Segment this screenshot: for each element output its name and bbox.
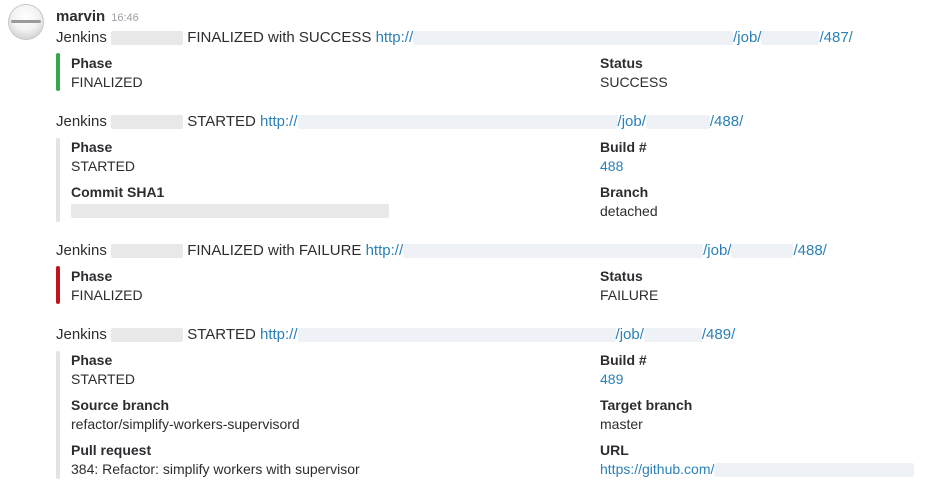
field-title: Phase: [71, 55, 113, 71]
field-title: Phase: [71, 139, 113, 155]
status-text: FINALIZED with SUCCESS: [187, 29, 372, 46]
field-value: SUCCESS: [600, 74, 668, 90]
field-value: FINALIZED: [71, 287, 143, 303]
build-link[interactable]: http:///job//488/: [260, 113, 743, 130]
field-title: Target branch: [600, 397, 693, 413]
avatar[interactable]: [8, 4, 44, 40]
status-text: STARTED: [187, 113, 256, 130]
message-header: marvin 16:46: [56, 8, 139, 26]
field-value: 384: Refactor: simplify workers with sup…: [71, 461, 360, 477]
redacted-job-name: [111, 244, 184, 259]
jenkins-message-line: Jenkins STARTED http:///job//488/: [56, 113, 743, 131]
redacted-job-name: [111, 31, 184, 46]
redacted-url-path: [714, 463, 915, 478]
build-link[interactable]: http:///job//489/: [260, 326, 735, 343]
field-title: Source branch: [71, 397, 170, 413]
redacted-url-host: [297, 328, 616, 343]
sender-name[interactable]: marvin: [56, 8, 105, 25]
redacted-url-host: [413, 31, 734, 46]
redacted-url-job: [761, 31, 820, 46]
message-timestamp[interactable]: 16:46: [111, 12, 139, 24]
status-text: FINALIZED with FAILURE: [187, 242, 362, 259]
redacted-url-host: [297, 115, 618, 130]
redacted-url-job: [731, 244, 794, 259]
field-title: Phase: [71, 268, 113, 284]
field-title: Branch: [600, 184, 649, 200]
field-title: Phase: [71, 352, 113, 368]
redacted-url-host: [403, 244, 704, 259]
field-value: FINALIZED: [71, 74, 143, 90]
field-value: STARTED: [71, 371, 136, 387]
field-value: detached: [600, 203, 658, 219]
attachment-color-bar-neutral: [56, 138, 60, 222]
build-number-link[interactable]: 488: [600, 158, 623, 175]
redacted-commit-sha: [71, 204, 389, 218]
redacted-job-name: [111, 115, 184, 130]
jenkins-label: Jenkins: [56, 113, 107, 130]
field-title: Build #: [600, 139, 647, 155]
field-value: FAILURE: [600, 287, 659, 303]
jenkins-message-line: Jenkins FINALIZED with FAILURE http:///j…: [56, 242, 827, 260]
pull-request-url-link[interactable]: https://github.com/: [600, 461, 915, 478]
redacted-job-name: [111, 328, 184, 343]
field-title: URL: [600, 442, 629, 458]
field-title: Status: [600, 55, 643, 71]
jenkins-label: Jenkins: [56, 326, 107, 343]
field-value: STARTED: [71, 158, 136, 174]
jenkins-message-line: Jenkins STARTED http:///job//489/: [56, 326, 735, 344]
field-title: Pull request: [71, 442, 152, 458]
field-value: master: [600, 416, 643, 432]
jenkins-label: Jenkins: [56, 242, 107, 259]
build-link[interactable]: http:///job//487/: [376, 29, 853, 46]
field-title: Status: [600, 268, 643, 284]
attachment-color-bar-failure: [56, 266, 60, 304]
attachment-color-bar-success: [56, 53, 60, 91]
field-value: refactor/simplify-workers-supervisord: [71, 416, 300, 432]
field-title: Commit SHA1: [71, 184, 165, 200]
attachment-color-bar-neutral: [56, 351, 60, 479]
redacted-url-job: [645, 115, 710, 130]
build-link[interactable]: http:///job//488/: [366, 242, 827, 259]
jenkins-message-line: Jenkins FINALIZED with SUCCESS http:///j…: [56, 29, 853, 47]
jenkins-label: Jenkins: [56, 29, 107, 46]
redacted-url-job: [643, 328, 702, 343]
status-text: STARTED: [187, 326, 256, 343]
field-title: Build #: [600, 352, 647, 368]
build-number-link[interactable]: 489: [600, 371, 623, 388]
